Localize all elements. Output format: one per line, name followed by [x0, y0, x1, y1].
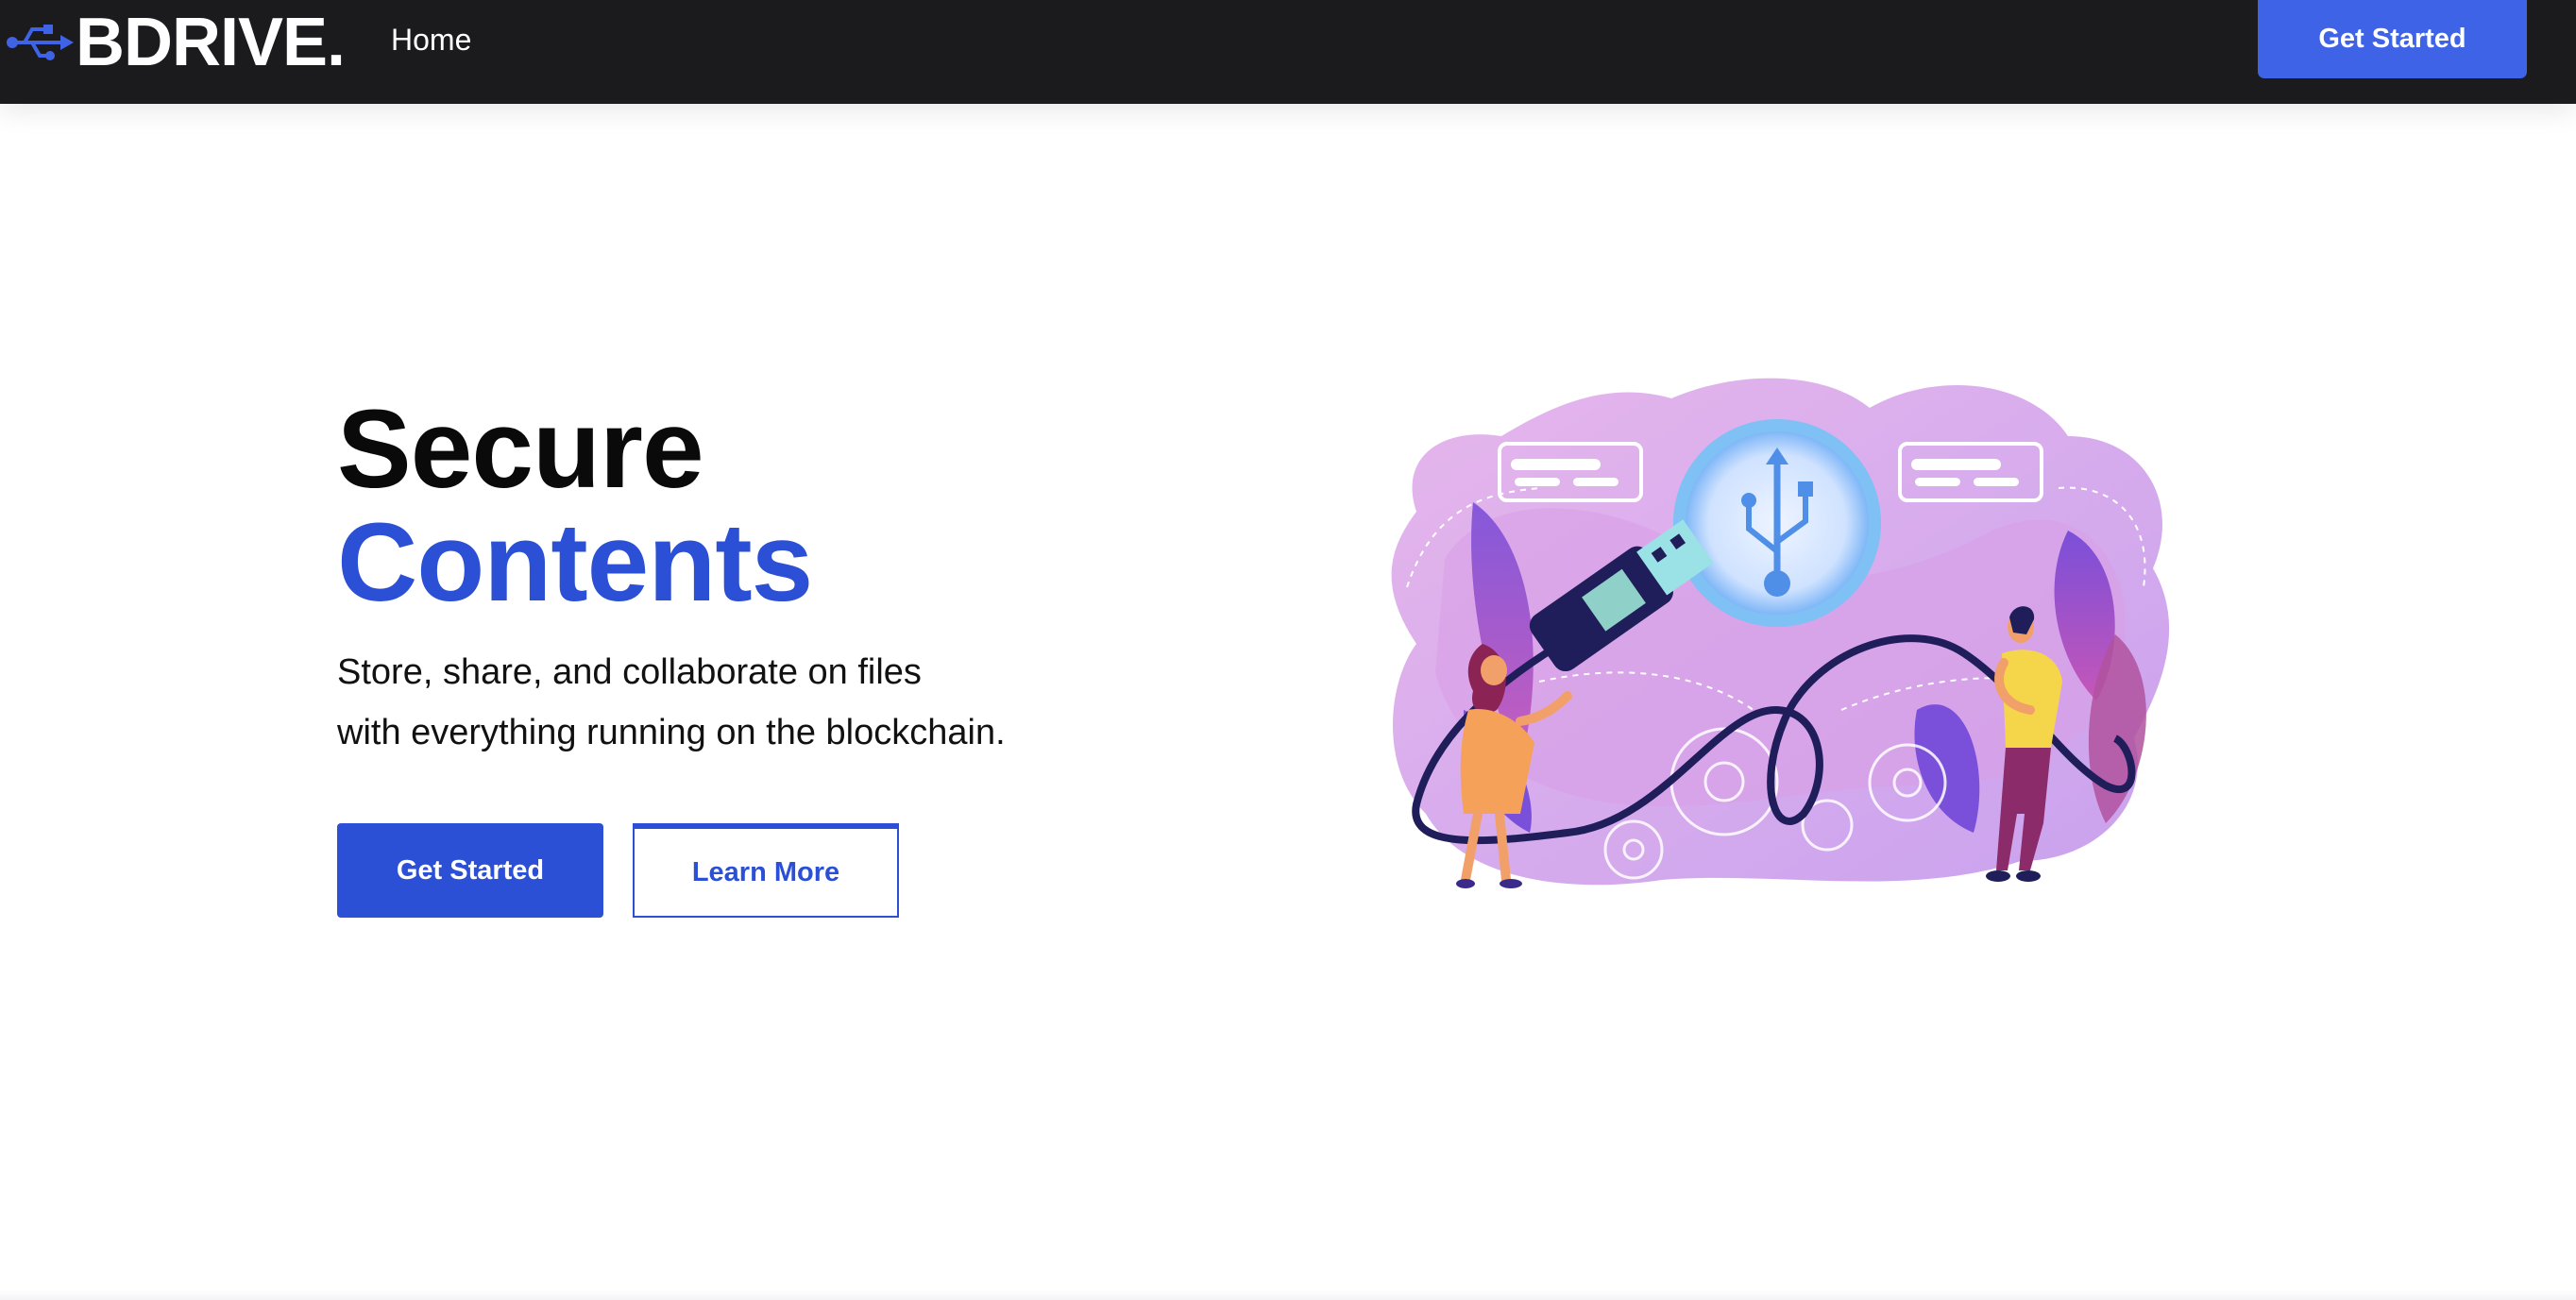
learn-more-button[interactable]: Learn More — [633, 823, 899, 918]
usb-icon — [7, 25, 74, 60]
navbar: BDRIVE. Home Get Started — [0, 0, 2576, 104]
hero-subtitle: Store, share, and collaborate on files w… — [337, 642, 1111, 763]
headline-line1: Secure — [337, 387, 704, 512]
header-get-started-button[interactable]: Get Started — [2258, 0, 2527, 78]
hero-headline: Secure Contents — [337, 387, 813, 625]
subtitle-line1: Store, share, and collaborate on files — [337, 652, 922, 692]
get-started-button[interactable]: Get Started — [337, 823, 603, 918]
brand-logo[interactable]: BDRIVE. — [4, 5, 346, 80]
brand-name: BDRIVE. — [76, 5, 346, 80]
nav-link-home[interactable]: Home — [391, 21, 471, 59]
usb-collaboration-illustration — [1391, 378, 2170, 888]
headline-line2: Contents — [337, 500, 813, 625]
hero-text: Secure Contents — [337, 387, 813, 625]
subtitle-line2: with everything running on the blockchai… — [337, 713, 1006, 752]
bottom-shade — [0, 1290, 2576, 1300]
